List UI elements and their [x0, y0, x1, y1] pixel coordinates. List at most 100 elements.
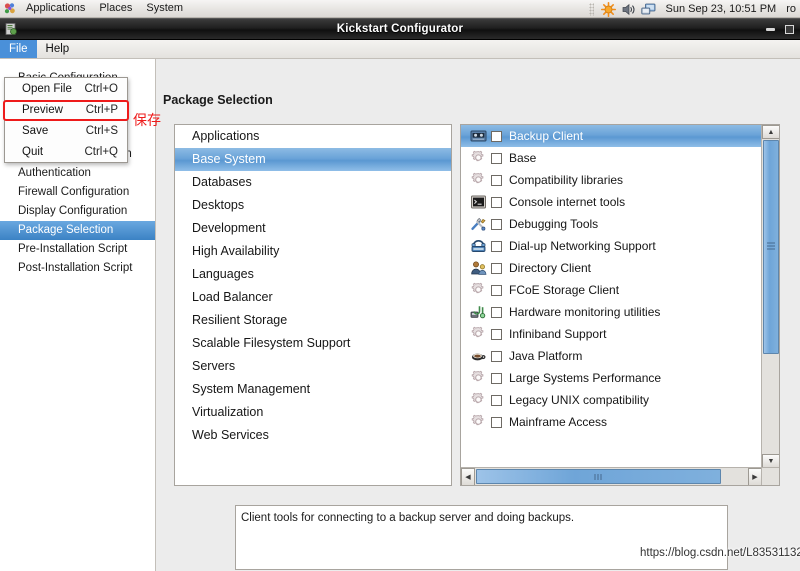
- sidebar-item-pre-installation-script[interactable]: Pre-Installation Script: [0, 240, 155, 259]
- package-checkbox-directory-client[interactable]: [491, 262, 502, 274]
- package-list-vertical-scrollbar[interactable]: ▲ ▼: [761, 125, 779, 468]
- package-checkbox-base[interactable]: [491, 152, 502, 164]
- sidebar-top-pad: [0, 59, 155, 69]
- package-checkbox-compatibility-libraries[interactable]: [491, 174, 502, 186]
- group-item-applications[interactable]: Applications: [175, 125, 451, 148]
- package-checkbox-dial-up-networking-support[interactable]: [491, 240, 502, 252]
- package-group-list[interactable]: Applications Base System Databases Deskt…: [174, 124, 452, 486]
- scrollbar-corner: [761, 467, 779, 485]
- group-item-load-balancer[interactable]: Load Balancer: [175, 286, 451, 309]
- file-menu-accel: Ctrl+S: [85, 124, 118, 137]
- group-item-development[interactable]: Development: [175, 217, 451, 240]
- package-checkbox-backup-client[interactable]: [491, 130, 502, 142]
- window-menubar: File Help: [0, 40, 800, 59]
- package-row-large-systems-performance[interactable]: Large Systems Performance: [461, 367, 762, 389]
- vertical-scroll-thumb[interactable]: [763, 140, 779, 354]
- package-label: Dial-up Networking Support: [509, 239, 656, 253]
- group-item-high-availability[interactable]: High Availability: [175, 240, 451, 263]
- gear-icon: [470, 282, 487, 298]
- package-checkbox-legacy-unix-compatibility[interactable]: [491, 394, 502, 406]
- package-row-debugging-tools[interactable]: Debugging Tools: [461, 213, 762, 235]
- menubar-item-file[interactable]: File: [0, 40, 37, 58]
- package-checkbox-java-platform[interactable]: [491, 350, 502, 362]
- group-item-desktops[interactable]: Desktops: [175, 194, 451, 217]
- file-menu-item-open-file[interactable]: Open File Ctrl+O: [5, 78, 127, 99]
- package-checkbox-large-systems-performance[interactable]: [491, 372, 502, 384]
- panel-grip-handle[interactable]: [588, 2, 594, 16]
- panel-menu-system[interactable]: System: [139, 0, 190, 17]
- minimize-icon[interactable]: [766, 27, 775, 31]
- group-item-system-management[interactable]: System Management: [175, 378, 451, 401]
- gnome-foot-icon[interactable]: [3, 2, 17, 16]
- chevron-left-icon[interactable]: ◀: [461, 468, 475, 485]
- package-list-horizontal-scrollbar[interactable]: ◀ ▶: [461, 467, 762, 485]
- package-checkbox-fcoe-storage-client[interactable]: [491, 284, 502, 296]
- panel-menu-places[interactable]: Places: [92, 0, 139, 17]
- package-checkbox-debugging-tools[interactable]: [491, 218, 502, 230]
- package-checkbox-hardware-monitoring-utilities[interactable]: [491, 306, 502, 318]
- group-item-languages[interactable]: Languages: [175, 263, 451, 286]
- screen: Applications Places System Sun Sep 23, 1…: [0, 0, 800, 571]
- package-label: Legacy UNIX compatibility: [509, 393, 650, 407]
- chevron-up-icon[interactable]: ▲: [762, 125, 779, 139]
- group-item-databases[interactable]: Databases: [175, 171, 451, 194]
- chevron-down-icon[interactable]: ▼: [762, 454, 779, 468]
- package-checkbox-infiniband-support[interactable]: [491, 328, 502, 340]
- package-row-hardware-monitoring-utilities[interactable]: Hardware monitoring utilities: [461, 301, 762, 323]
- speaker-volume-icon[interactable]: [621, 2, 636, 17]
- gear-icon: [470, 172, 487, 188]
- group-item-servers[interactable]: Servers: [175, 355, 451, 378]
- file-menu-item-save[interactable]: Save Ctrl+S: [5, 120, 127, 141]
- file-menu-popup[interactable]: Open File Ctrl+O Preview Ctrl+P Save Ctr…: [4, 77, 128, 163]
- group-item-scalable-filesystem-support[interactable]: Scalable Filesystem Support: [175, 332, 451, 355]
- cassette-tape-icon: [470, 128, 487, 144]
- package-row-directory-client[interactable]: Directory Client: [461, 257, 762, 279]
- sun-brightness-icon[interactable]: [600, 1, 616, 17]
- package-checkbox-console-internet-tools[interactable]: [491, 196, 502, 208]
- package-row-mainframe-access[interactable]: Mainframe Access: [461, 411, 762, 433]
- user-directory-icon: [470, 260, 487, 276]
- panel-clock[interactable]: Sun Sep 23, 10:51 PM: [661, 3, 782, 15]
- package-row-compatibility-libraries[interactable]: Compatibility libraries: [461, 169, 762, 191]
- chevron-right-icon[interactable]: ▶: [748, 468, 762, 485]
- group-item-virtualization[interactable]: Virtualization: [175, 401, 451, 424]
- package-label: Debugging Tools: [509, 217, 599, 231]
- package-list[interactable]: Backup Client Base Compatibility librari…: [461, 125, 762, 468]
- package-row-console-internet-tools[interactable]: Console internet tools: [461, 191, 762, 213]
- window-titlebar[interactable]: Kickstart Configurator: [0, 18, 800, 40]
- package-row-dial-up-networking-support[interactable]: Dial-up Networking Support: [461, 235, 762, 257]
- maximize-icon[interactable]: [785, 24, 794, 34]
- package-row-infiniband-support[interactable]: Infiniband Support: [461, 323, 762, 345]
- package-label: Compatibility libraries: [509, 173, 624, 187]
- group-item-resilient-storage[interactable]: Resilient Storage: [175, 309, 451, 332]
- watermark-url: https://blog.csdn.net/L835311324: [640, 547, 800, 559]
- sidebar-item-display-configuration[interactable]: Display Configuration: [0, 202, 155, 221]
- gear-icon: [470, 370, 487, 386]
- sidebar-item-authentication[interactable]: Authentication: [0, 164, 155, 183]
- package-row-fcoe-storage-client[interactable]: FCoE Storage Client: [461, 279, 762, 301]
- package-row-legacy-unix-compatibility[interactable]: Legacy UNIX compatibility: [461, 389, 762, 411]
- sidebar-item-firewall-configuration[interactable]: Firewall Configuration: [0, 183, 155, 202]
- sidebar-item-package-selection[interactable]: Package Selection: [0, 221, 155, 240]
- network-computer-icon[interactable]: [640, 2, 656, 17]
- file-menu-accel: Ctrl+O: [84, 82, 118, 95]
- package-checkbox-mainframe-access[interactable]: [491, 416, 502, 428]
- package-row-backup-client[interactable]: Backup Client: [461, 125, 762, 147]
- group-item-base-system[interactable]: Base System: [175, 148, 451, 171]
- file-menu-item-quit[interactable]: Quit Ctrl+Q: [5, 141, 127, 162]
- panel-username[interactable]: ro: [786, 3, 798, 15]
- package-row-base[interactable]: Base: [461, 147, 762, 169]
- package-row-java-platform[interactable]: Java Platform: [461, 345, 762, 367]
- scroll-thumb-grip: [594, 473, 603, 480]
- file-menu-item-preview[interactable]: Preview Ctrl+P: [5, 99, 127, 120]
- panel-menu-applications[interactable]: Applications: [19, 0, 92, 17]
- package-description-box: Client tools for connecting to a backup …: [235, 505, 728, 570]
- horizontal-scroll-thumb[interactable]: [476, 469, 721, 484]
- package-label: Base: [509, 151, 537, 165]
- menubar-item-help[interactable]: Help: [37, 40, 79, 58]
- window-title: Kickstart Configurator: [336, 23, 464, 35]
- sidebar-item-post-installation-script[interactable]: Post-Installation Script: [0, 259, 155, 278]
- application-window: Kickstart Configurator File Help Basic C…: [0, 18, 800, 571]
- group-item-web-services[interactable]: Web Services: [175, 424, 451, 447]
- gear-icon: [470, 392, 487, 408]
